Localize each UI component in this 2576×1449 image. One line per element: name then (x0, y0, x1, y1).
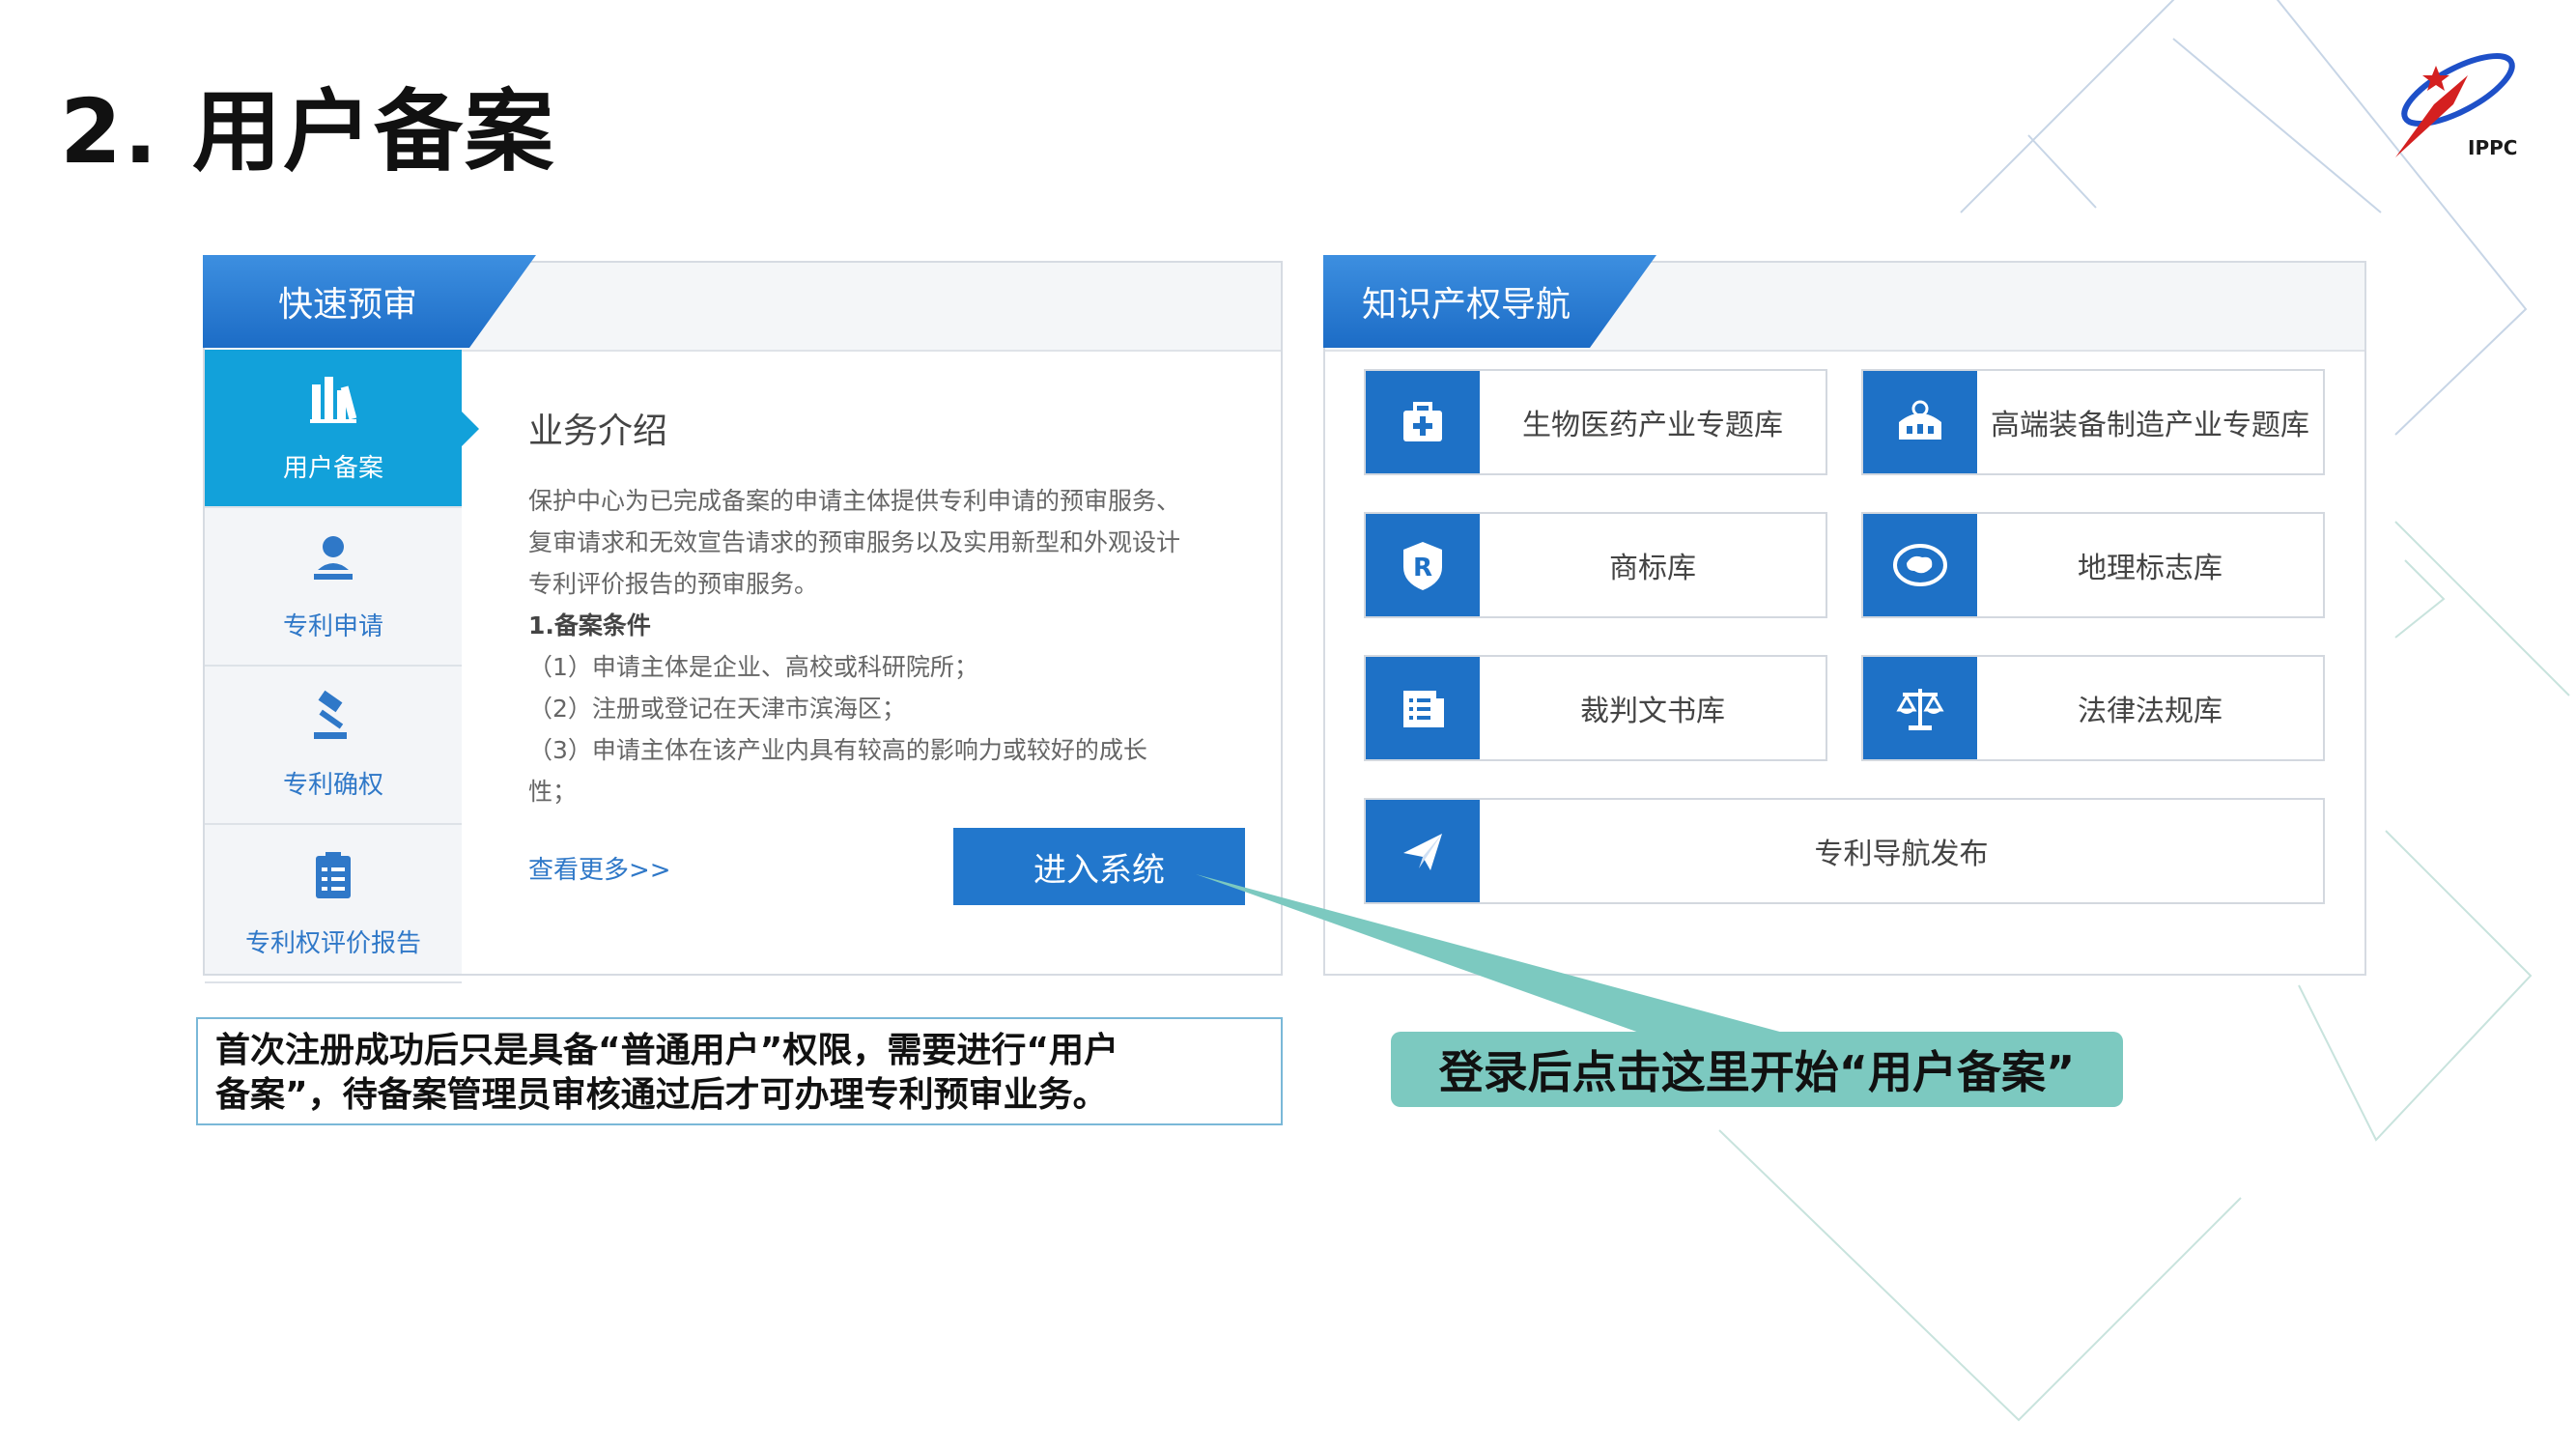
note-line: 首次注册成功后只是具备“普通用户”权限，需要进行“用户 (215, 1031, 1118, 1070)
registration-note: 首次注册成功后只是具备“普通用户”权限，需要进行“用户 备案”，待备案管理员审核… (196, 1017, 1283, 1125)
callout-pointer (1196, 874, 1787, 1034)
click-here-callout: 登录后点击这里开始“用户备案” (1391, 1032, 2123, 1107)
note-line: 备案”，待备案管理员审核通过后才可办理专利预审业务。 (215, 1075, 1108, 1115)
